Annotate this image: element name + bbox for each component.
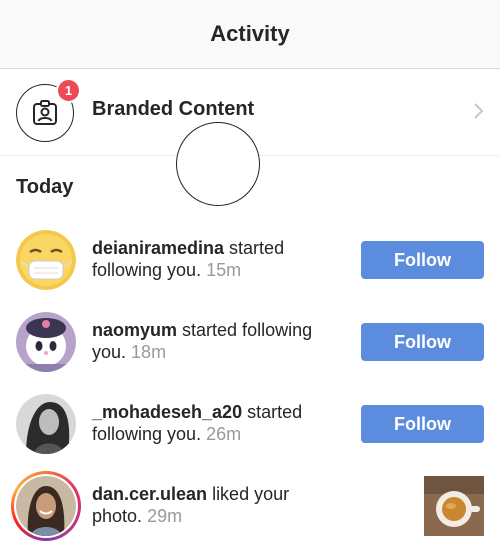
username-link[interactable]: _mohadeseh_a20 — [92, 402, 242, 422]
branded-content-label: Branded Content — [92, 98, 255, 120]
timestamp: 29m — [147, 506, 183, 526]
notification-badge: 1 — [56, 78, 81, 103]
avatar[interactable] — [16, 230, 76, 290]
post-thumbnail[interactable] — [424, 476, 484, 536]
username-link[interactable]: deianiramedina — [92, 238, 224, 258]
timestamp: 26m — [206, 424, 242, 444]
list-item: dan.cer.ulean liked your photo. 29m — [0, 466, 500, 548]
section-title-today: Today — [16, 176, 74, 198]
list-item: naomyum started following you. 18m Follo… — [0, 302, 500, 384]
touch-indicator — [176, 122, 260, 206]
follow-button[interactable]: Follow — [361, 405, 484, 443]
avatar[interactable] — [16, 476, 76, 536]
follow-button[interactable]: Follow — [361, 323, 484, 361]
avatar[interactable] — [16, 394, 76, 454]
page-title: Activity — [210, 21, 290, 46]
avatar[interactable] — [16, 312, 76, 372]
username-link[interactable]: naomyum — [92, 320, 177, 340]
timestamp: 15m — [206, 260, 242, 280]
list-item: deianiramedina started following you. 15… — [0, 220, 500, 302]
timestamp: 18m — [131, 342, 167, 362]
top-bar: Activity — [0, 0, 500, 69]
follow-button[interactable]: Follow — [361, 241, 484, 279]
notification-text: dan.cer.ulean liked your photo. 29m — [92, 484, 290, 526]
notification-text: naomyum started following you. 18m — [92, 320, 313, 362]
chevron-right-icon — [474, 103, 484, 119]
notification-text: _mohadeseh_a20 started following you. 26… — [92, 402, 303, 444]
list-item: _mohadeseh_a20 started following you. 26… — [0, 384, 500, 466]
username-link[interactable]: dan.cer.ulean — [92, 484, 207, 504]
notification-text: deianiramedina started following you. 15… — [92, 238, 285, 280]
